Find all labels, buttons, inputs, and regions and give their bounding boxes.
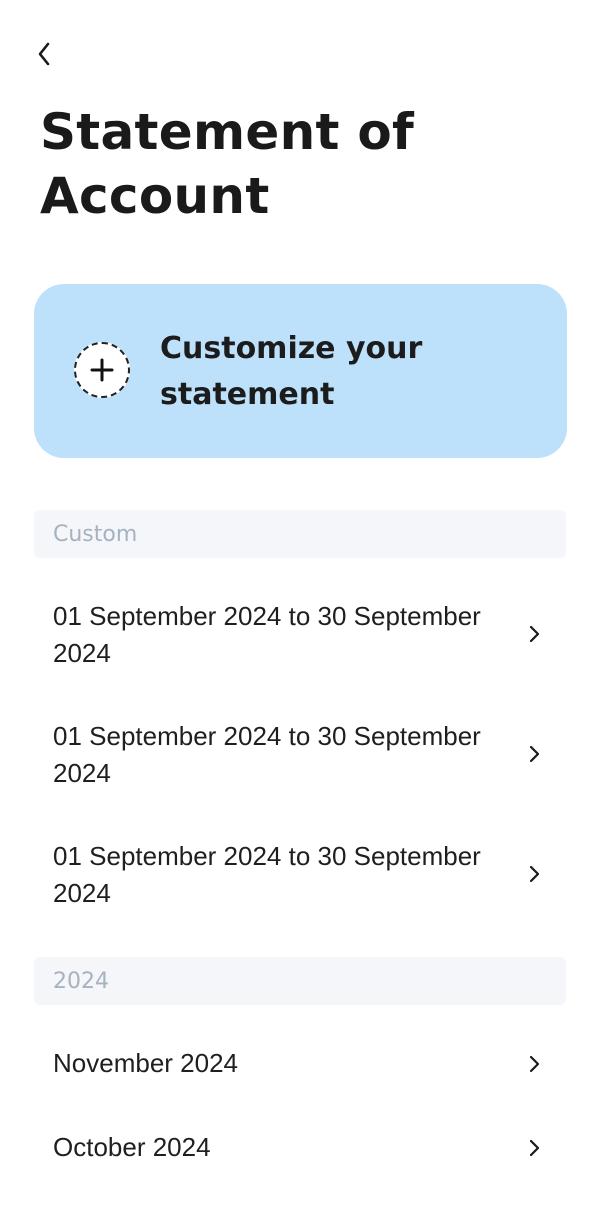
page-title: Statement of Account (40, 103, 415, 225)
statement-row-label: 01 September 2024 to 30 September 2024 (53, 721, 481, 788)
statement-row-custom-3[interactable]: 01 September 2024 to 30 September 2024 (34, 836, 566, 916)
statement-row-november-2024[interactable]: November 2024 (34, 1042, 566, 1086)
chevron-left-icon (38, 42, 50, 66)
statement-row-label: October 2024 (53, 1132, 211, 1162)
plus-circle-icon (74, 342, 130, 398)
statement-row-october-2024[interactable]: October 2024 (34, 1126, 566, 1170)
chevron-right-icon (524, 624, 544, 644)
back-button[interactable] (28, 36, 60, 72)
customize-statement-label: Customize your statement (160, 331, 423, 412)
statement-row-custom-1[interactable]: 01 September 2024 to 30 September 2024 (34, 596, 566, 676)
statement-row-label: November 2024 (53, 1048, 238, 1078)
customize-statement-card[interactable]: Customize your statement (34, 284, 567, 458)
chevron-right-icon (524, 864, 544, 884)
section-header-custom: Custom (34, 510, 566, 558)
statement-row-label: 01 September 2024 to 30 September 2024 (53, 601, 481, 668)
chevron-right-icon (524, 744, 544, 764)
chevron-right-icon (524, 1054, 544, 1074)
section-header-2024: 2024 (34, 957, 566, 1005)
chevron-right-icon (524, 1138, 544, 1158)
statement-row-label: 01 September 2024 to 30 September 2024 (53, 841, 481, 908)
statement-row-custom-2[interactable]: 01 September 2024 to 30 September 2024 (34, 716, 566, 796)
